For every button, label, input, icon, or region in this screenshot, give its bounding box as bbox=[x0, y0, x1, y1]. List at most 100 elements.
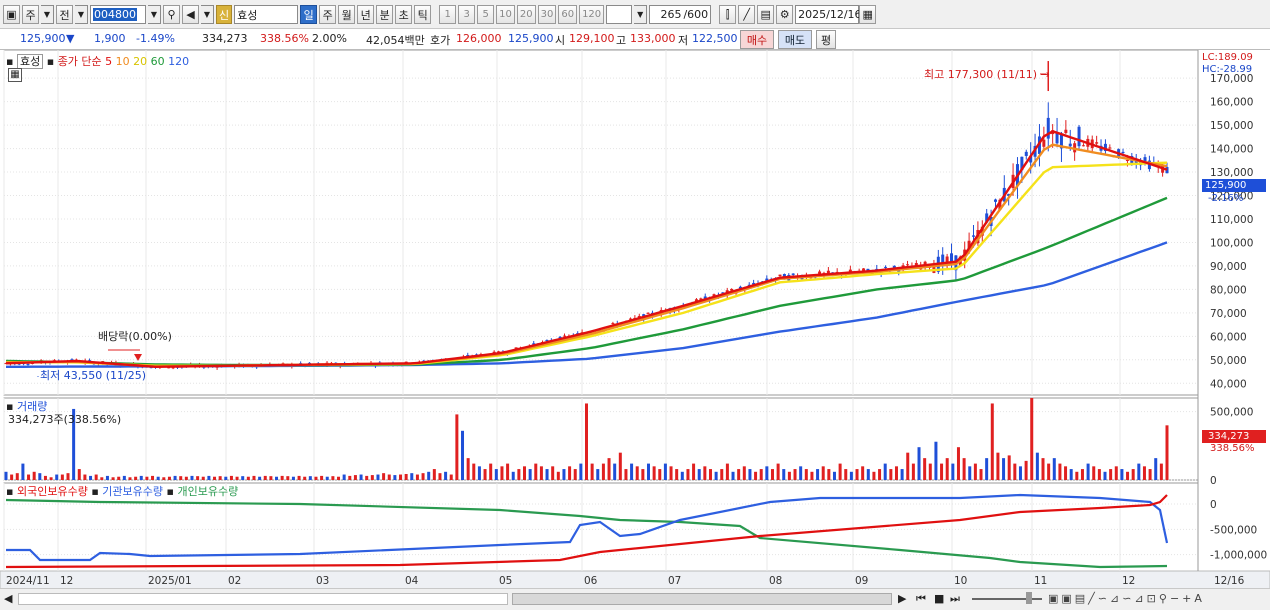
stop-icon[interactable]: ■ bbox=[934, 592, 944, 605]
legend-foreign[interactable]: 외국인보유수량 bbox=[17, 485, 88, 498]
chevron-down-icon[interactable]: ▼ bbox=[148, 5, 161, 24]
tick-option-10[interactable]: 10 bbox=[496, 5, 515, 24]
x-axis-label: 2025/01 bbox=[148, 575, 192, 587]
prev-button[interactable]: 전 bbox=[56, 5, 73, 24]
volume-bar bbox=[1052, 458, 1056, 480]
chart-tools-icons[interactable]: ▣▣▤╱∽⊿∽⊿⊡⚲−+A bbox=[1048, 592, 1205, 605]
dividend-annotation: 배당락(0.00%) bbox=[98, 330, 172, 343]
period-week[interactable]: 주 bbox=[319, 5, 337, 24]
legend-ma5[interactable]: 5 bbox=[105, 55, 112, 68]
tick-option-30[interactable]: 30 bbox=[537, 5, 557, 24]
volume-bar bbox=[218, 476, 222, 480]
candle-body bbox=[1042, 139, 1046, 147]
volume-bar bbox=[275, 476, 279, 480]
legend-ma60[interactable]: 60 bbox=[151, 55, 165, 68]
legend-ma20[interactable]: 20 bbox=[133, 55, 147, 68]
scrollbar-track[interactable] bbox=[18, 593, 508, 605]
price-y-tick: 100,000 bbox=[1210, 237, 1253, 249]
min-annotation: 최저 43,550 (11/25) bbox=[40, 369, 147, 382]
low-label: 저 bbox=[678, 34, 689, 47]
scroll-right-icon[interactable]: ▶ bbox=[898, 592, 906, 605]
tick-option-20[interactable]: 20 bbox=[516, 5, 536, 24]
volume-bar bbox=[686, 469, 690, 480]
volume-bar bbox=[799, 466, 803, 480]
volume-bar bbox=[399, 474, 403, 480]
volume-bar bbox=[489, 463, 493, 480]
eval-button[interactable]: 평 bbox=[816, 30, 836, 49]
scroll-left-icon[interactable]: ◀ bbox=[4, 592, 12, 605]
layout-icon[interactable]: ▣ bbox=[3, 5, 20, 24]
volume-bar bbox=[382, 473, 386, 480]
date-input[interactable]: 2025/12/16 bbox=[795, 5, 862, 24]
volume-bar bbox=[793, 469, 797, 480]
code-input[interactable]: 004800 bbox=[90, 5, 146, 24]
legend-ma-type[interactable]: 종가 단순 bbox=[58, 55, 102, 68]
period-minute[interactable]: 분 bbox=[376, 5, 394, 24]
volume-bar bbox=[320, 475, 324, 480]
period-year[interactable]: 년 bbox=[357, 5, 375, 24]
candle-body bbox=[791, 273, 795, 275]
volume-bar bbox=[173, 475, 177, 480]
volume-bar bbox=[280, 475, 284, 480]
legend-ma10[interactable]: 10 bbox=[116, 55, 130, 68]
legend-square-icon: ▪ bbox=[6, 55, 14, 68]
chevron-down-icon[interactable]: ▼ bbox=[634, 5, 648, 24]
calendar-icon[interactable]: ▦ bbox=[859, 5, 877, 24]
tick-option-120[interactable]: 120 bbox=[579, 5, 605, 24]
chevron-down-icon[interactable]: ▼ bbox=[41, 5, 54, 24]
step-forward-icon[interactable]: ⏭ bbox=[950, 592, 960, 606]
volume-bar bbox=[370, 475, 374, 480]
price-y-tick: 150,000 bbox=[1210, 120, 1253, 132]
candle-body bbox=[972, 235, 975, 237]
period-tick[interactable]: 틱 bbox=[414, 5, 432, 24]
legend-individual[interactable]: 개인보유수량 bbox=[177, 485, 238, 498]
volume-bar bbox=[765, 466, 769, 480]
volume-bar bbox=[652, 466, 656, 480]
volume-bar bbox=[1013, 463, 1017, 480]
save-icon[interactable]: ▤ bbox=[757, 5, 775, 24]
period-day[interactable]: 일 bbox=[300, 5, 318, 24]
volume-value: 334,273 bbox=[202, 32, 248, 45]
volume-bar bbox=[1103, 471, 1107, 480]
tick-option-3[interactable]: 3 bbox=[458, 5, 476, 24]
volume-bar bbox=[804, 469, 808, 480]
scrollbar-thumb[interactable] bbox=[512, 593, 892, 605]
speaker-icon[interactable]: ◀ bbox=[182, 5, 199, 24]
tick-option-60[interactable]: 60 bbox=[558, 5, 578, 24]
turnover-rate: 2.00% bbox=[312, 32, 347, 45]
volume-bar bbox=[635, 466, 639, 480]
market-select[interactable]: 주 bbox=[22, 5, 39, 24]
chevron-down-icon[interactable]: ▼ bbox=[75, 5, 88, 24]
gear-icon[interactable]: ⚙ bbox=[776, 5, 794, 24]
custom-tick-input[interactable] bbox=[606, 5, 633, 24]
volume-bar bbox=[782, 469, 786, 480]
price-y-tick: 60,000 bbox=[1210, 331, 1247, 343]
period-month[interactable]: 월 bbox=[338, 5, 356, 24]
candle-icon[interactable]: ⫿ bbox=[719, 5, 737, 24]
draw-line-icon[interactable]: ╱ bbox=[738, 5, 756, 24]
candle-body bbox=[1077, 126, 1081, 147]
legend-ma120[interactable]: 120 bbox=[168, 55, 189, 68]
down-arrow-icon: ▼ bbox=[66, 32, 75, 45]
zoom-slider-handle[interactable] bbox=[1026, 592, 1032, 604]
candle-body bbox=[1095, 142, 1099, 144]
legend-stock-name[interactable]: 효성 bbox=[16, 54, 44, 69]
search-icon[interactable]: ⚲ bbox=[163, 5, 180, 24]
step-back-icon[interactable]: ⏮ bbox=[916, 592, 926, 606]
period-second[interactable]: 초 bbox=[395, 5, 413, 24]
volume-bar bbox=[421, 473, 425, 480]
volume-bar bbox=[568, 466, 572, 480]
stock-chart[interactable]: 170,000160,000150,000140,000130,000120,0… bbox=[0, 49, 1270, 590]
volume-bar bbox=[1035, 452, 1039, 480]
chart-area[interactable]: 170,000 160,000 150,000 140,000 130,000 120,0… bbox=[0, 49, 1270, 590]
stock-name-field[interactable]: 효성 bbox=[234, 5, 299, 24]
table-icon[interactable]: ▦ bbox=[8, 68, 22, 82]
buy-button[interactable]: 매수 bbox=[740, 30, 774, 49]
legend-institution[interactable]: 기관보유수량 bbox=[102, 485, 163, 498]
volume-bar bbox=[1058, 463, 1062, 480]
count-input[interactable]: 265/600 bbox=[649, 5, 712, 24]
tick-option-1[interactable]: 1 bbox=[439, 5, 457, 24]
sell-button[interactable]: 매도 bbox=[778, 30, 812, 49]
chevron-down-icon[interactable]: ▼ bbox=[201, 5, 214, 24]
tick-option-5[interactable]: 5 bbox=[477, 5, 495, 24]
